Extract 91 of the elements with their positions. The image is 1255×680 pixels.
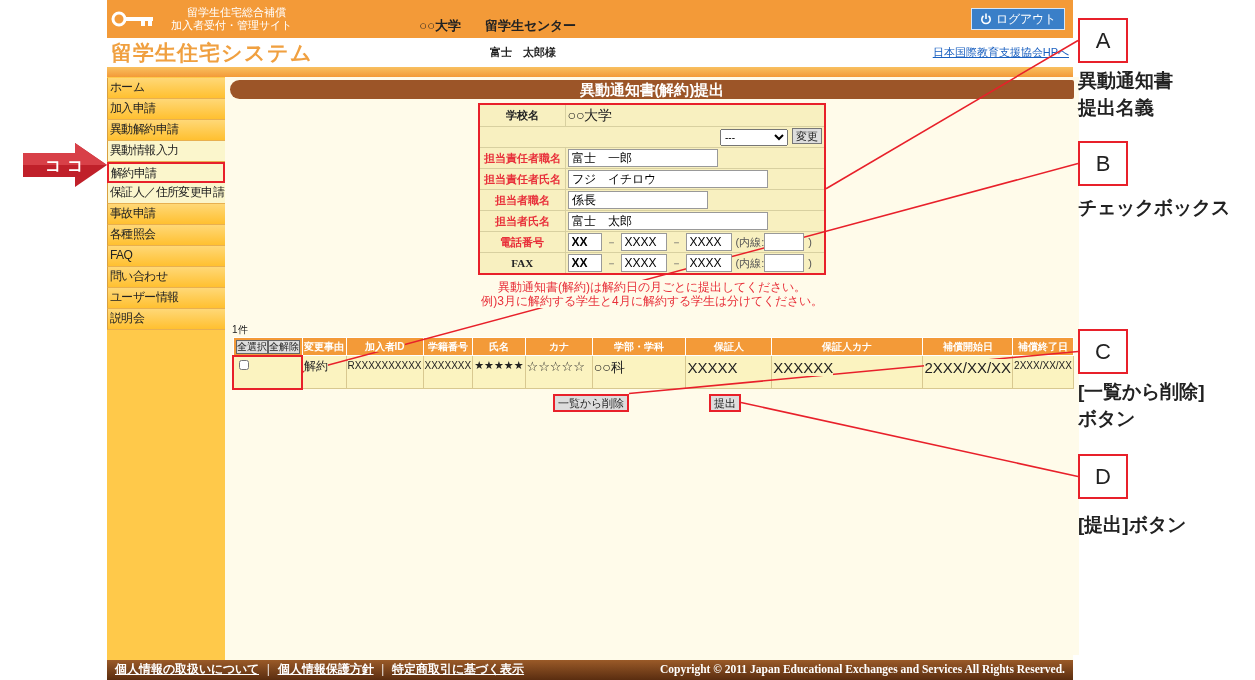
school-name: ○○大学 (567, 107, 613, 123)
select-field[interactable]: --- (720, 128, 788, 146)
column-header: 学籍番号 (427, 340, 468, 352)
column-header: 加入者ID (364, 340, 405, 352)
sidebar-item[interactable]: ユーザー情報 (107, 288, 225, 309)
separator-text: | (381, 662, 385, 678)
column-header: 保証人カナ (822, 340, 873, 352)
text-field[interactable]: 富士 太郎 (567, 212, 768, 230)
phone-field[interactable]: XXXX (620, 233, 667, 251)
deselect-all-button[interactable]: 全解除 (267, 339, 300, 354)
page-title: 異動通知書(解約)提出 (230, 80, 1074, 99)
sidebar-item[interactable]: 加入申請 (107, 99, 225, 120)
sidebar-item[interactable]: 各種照会 (107, 225, 225, 246)
change-button[interactable]: 変更 (792, 128, 822, 145)
record-count: 1件 (232, 322, 249, 337)
footer-link[interactable]: 特定商取引に基づく表示 (392, 661, 525, 679)
table-cell: ☆☆☆☆☆ (526, 359, 585, 374)
callout-label: C (1078, 329, 1128, 374)
callout-caption: チェックボックス (1078, 197, 1230, 218)
submit-button[interactable]: 提出 (709, 393, 741, 412)
sidebar-item[interactable]: ホーム (107, 78, 225, 99)
table-cell: ★★★★★ (474, 359, 524, 371)
phone-field[interactable]: XX (567, 233, 602, 251)
system-title: 留学生住宅システム (111, 39, 313, 66)
callout-label: D (1078, 454, 1128, 499)
callout-caption: [提出]ボタン (1078, 514, 1186, 535)
phone-field[interactable]: XX (567, 253, 602, 272)
closing-text: ) (808, 255, 812, 271)
column-header: 変更事由 (304, 340, 345, 352)
sidebar-item[interactable]: 保証人／住所変更申請 (107, 183, 225, 204)
table-cell: 解約 (304, 359, 329, 373)
sidebar-item[interactable]: 事故申請 (107, 204, 225, 225)
key-icon (111, 9, 155, 29)
callout-label: B (1078, 141, 1128, 186)
column-header: 補償終了日 (1018, 340, 1069, 352)
table-cell: ○○科 (593, 359, 625, 375)
footer-link[interactable]: 個人情報保護方針 (277, 661, 374, 679)
copyright-text: Copyright © 2011 Japan Educational Exchanges and Services All Rights Reserved. (659, 662, 1065, 678)
user-name: 富士 太郎様 (490, 45, 556, 61)
field-label: 担当者職名 (479, 189, 565, 211)
callout-caption: [一覧から削除] ボタン (1078, 381, 1205, 429)
extension-field[interactable] (764, 233, 805, 251)
callout-label: A (1078, 18, 1128, 63)
column-header: 氏名 (488, 340, 509, 352)
field-label: 担当責任者職名 (479, 147, 565, 169)
row-checkbox[interactable] (239, 359, 249, 370)
power-icon (980, 13, 992, 25)
table-cell: 2XXX/XX/XX (1014, 360, 1072, 371)
separator-text: | (267, 662, 270, 678)
field-label: 担当責任者氏名 (479, 168, 565, 190)
sidebar-item[interactable]: 説明会 (107, 309, 225, 330)
sidebar-item[interactable]: FAQ (107, 246, 225, 267)
closing-text: ) (808, 234, 812, 250)
extension-field[interactable] (764, 253, 805, 272)
extension-label: (内線: (735, 234, 765, 250)
site-caption: 留学生住宅総合補償 (186, 6, 287, 19)
text-field[interactable]: フジ イチロウ (567, 170, 768, 188)
callout-caption: 異動通知書 提出名義 (1078, 70, 1173, 118)
pointer-label: ココ (45, 156, 89, 176)
phone-field[interactable]: XXXX (685, 233, 732, 251)
separator-text: － (670, 234, 682, 250)
column-header: カナ (548, 340, 569, 352)
text-field[interactable]: 係長 (567, 191, 708, 209)
sidebar-item[interactable]: 異動解約申請 (107, 120, 225, 141)
footer-link[interactable]: 個人情報の取扱いについて (115, 661, 259, 679)
column-header: 学部・学科 (614, 340, 665, 352)
column-header: 保証人 (713, 340, 744, 352)
separator-text: － (670, 255, 682, 271)
extension-label: (内線: (735, 255, 765, 271)
column-header: 補償開始日 (942, 340, 993, 352)
text-field[interactable]: 富士 一郎 (567, 149, 718, 167)
site-link[interactable]: 日本国際教育支援協会HPへ (932, 44, 1069, 61)
table-cell: XXXXXXX (424, 360, 472, 371)
table-cell: 2XXX/XX/XX (924, 359, 1012, 376)
select-all-button[interactable]: 全選択 (235, 339, 268, 354)
field-label: 学校名 (479, 104, 565, 127)
sidebar-item[interactable]: 問い合わせ (107, 267, 225, 288)
field-label: 電話番号 (479, 231, 565, 253)
logout-button[interactable]: ログアウト (971, 8, 1065, 30)
center-name: 留学生センター (485, 17, 576, 36)
sidebar-item[interactable]: 解約申請 (107, 162, 225, 183)
sidebar-item[interactable]: 異動情報入力 (107, 141, 225, 162)
phone-field[interactable]: XXXX (620, 253, 667, 272)
site-caption: 加入者受付・管理サイト (171, 19, 292, 32)
field-label: 担当者氏名 (479, 210, 565, 232)
separator-text: － (605, 234, 617, 250)
delete-button[interactable]: 一覧から削除 (553, 393, 629, 412)
table-cell: RXXXXXXXXXX (347, 360, 422, 371)
phone-field[interactable]: XXXX (685, 253, 732, 272)
separator-text: － (605, 255, 617, 271)
university-name: ○○大学 (419, 17, 461, 36)
